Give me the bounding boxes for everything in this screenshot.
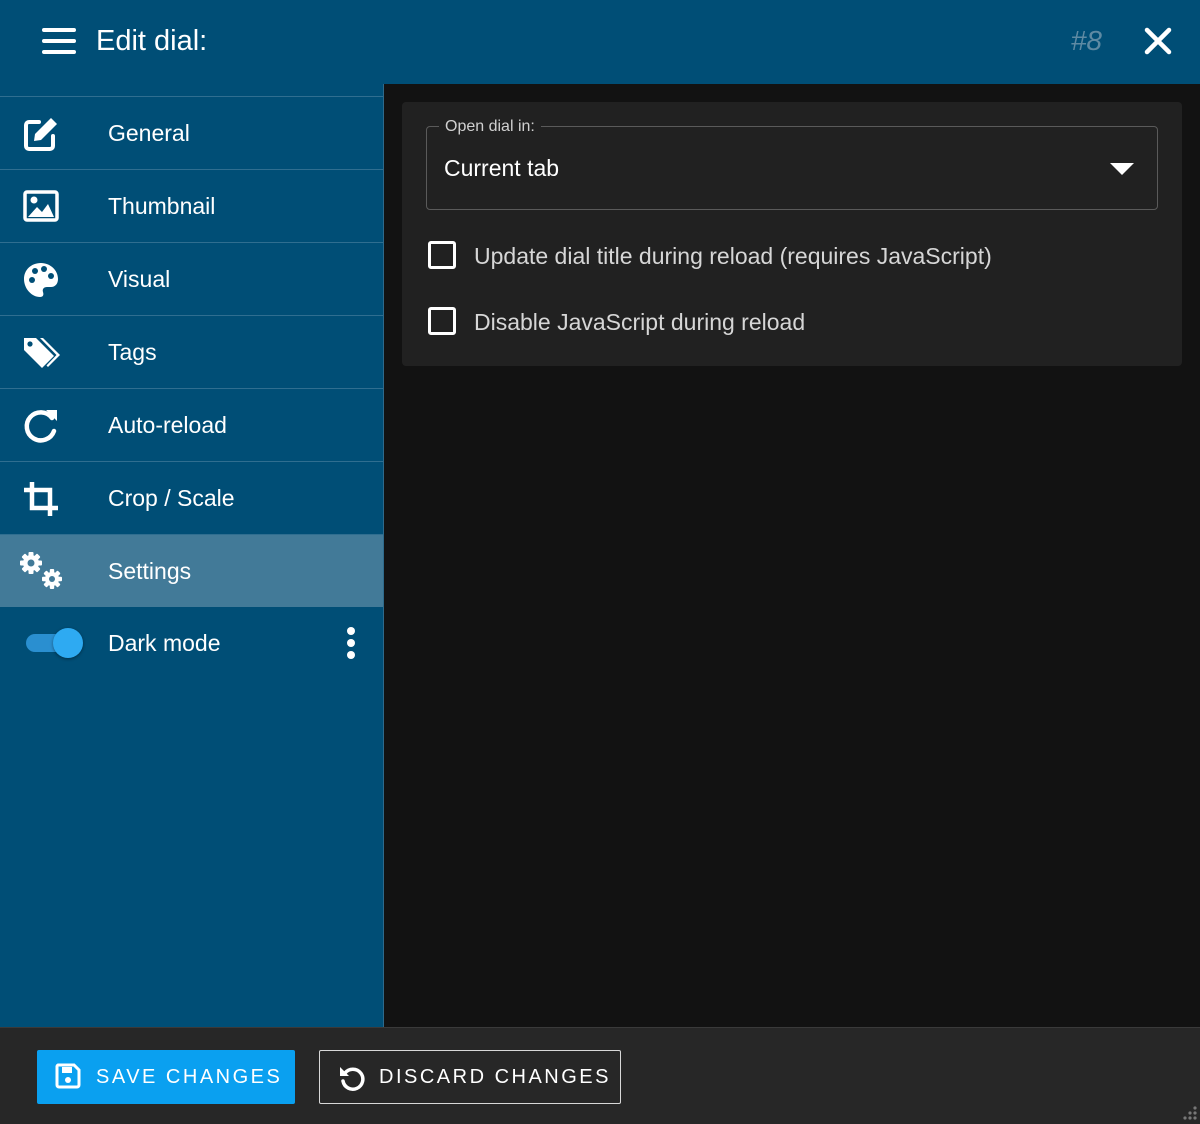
sidebar: General Thumbnail Visual Tags Auto-reloa… xyxy=(0,84,384,1027)
open-dial-in-legend: Open dial in: xyxy=(439,117,541,137)
dialog-title: Edit dial: xyxy=(96,25,208,57)
toggle-knob xyxy=(53,628,83,658)
save-button-label: SAVE CHANGES xyxy=(96,1066,283,1088)
disable-js-checkbox[interactable] xyxy=(428,307,456,335)
sidebar-item-crop-scale[interactable]: Crop / Scale xyxy=(0,461,383,534)
footer-bar: SAVE CHANGES DISCARD CHANGES xyxy=(0,1027,1200,1124)
tags-icon xyxy=(24,338,60,368)
settings-card: Open dial in: Current tab Update dial ti… xyxy=(402,102,1182,366)
update-title-row: Update dial title during reload (require… xyxy=(428,241,1158,275)
palette-icon xyxy=(24,263,58,297)
sidebar-item-label: Auto-reload xyxy=(108,412,227,438)
sidebar-item-label: General xyxy=(108,120,190,146)
sidebar-item-visual[interactable]: Visual xyxy=(0,242,383,315)
sidebar-item-label: Crop / Scale xyxy=(108,485,235,511)
discard-button-label: DISCARD CHANGES xyxy=(379,1066,611,1088)
image-icon xyxy=(23,190,59,222)
reload-icon xyxy=(24,410,57,443)
dark-mode-toggle[interactable] xyxy=(26,628,86,658)
discard-changes-button[interactable]: DISCARD CHANGES xyxy=(319,1050,621,1104)
disable-js-label: Disable JavaScript during reload xyxy=(474,309,806,335)
open-dial-in-value: Current tab xyxy=(444,155,560,181)
disable-js-row: Disable JavaScript during reload xyxy=(428,307,1158,341)
update-title-label: Update dial title during reload (require… xyxy=(474,243,992,269)
sidebar-item-label: Visual xyxy=(108,266,171,292)
more-options-icon[interactable] xyxy=(340,626,362,660)
sidebar-item-tags[interactable]: Tags xyxy=(0,315,383,388)
sidebar-item-settings[interactable]: Settings xyxy=(0,534,383,607)
sidebar-item-general[interactable]: General xyxy=(0,96,383,169)
edit-icon xyxy=(24,118,57,151)
dark-mode-row: Dark mode xyxy=(0,606,383,678)
update-title-checkbox[interactable] xyxy=(428,241,456,269)
app-header: Edit dial: #8 xyxy=(0,0,1200,84)
undo-icon xyxy=(340,1067,365,1091)
sidebar-item-label: Thumbnail xyxy=(108,193,216,219)
caret-down-icon xyxy=(1110,163,1134,175)
open-dial-in-select[interactable]: Open dial in: Current tab xyxy=(426,117,1158,210)
save-icon xyxy=(55,1063,81,1089)
sidebar-item-auto-reload[interactable]: Auto-reload xyxy=(0,388,383,461)
close-icon[interactable] xyxy=(1142,25,1174,57)
sidebar-item-thumbnail[interactable]: Thumbnail xyxy=(0,169,383,242)
dark-mode-label: Dark mode xyxy=(108,630,221,656)
save-changes-button[interactable]: SAVE CHANGES xyxy=(37,1050,295,1104)
sidebar-nav: General Thumbnail Visual Tags Auto-reloa… xyxy=(0,96,383,607)
resize-grip-icon[interactable] xyxy=(1178,1103,1198,1123)
dial-number: #8 xyxy=(1070,25,1102,56)
sidebar-item-label: Tags xyxy=(108,339,157,365)
sidebar-item-label: Settings xyxy=(108,558,192,584)
hamburger-menu-icon[interactable] xyxy=(42,26,76,56)
crop-icon xyxy=(24,482,58,516)
gears-icon xyxy=(20,552,62,589)
